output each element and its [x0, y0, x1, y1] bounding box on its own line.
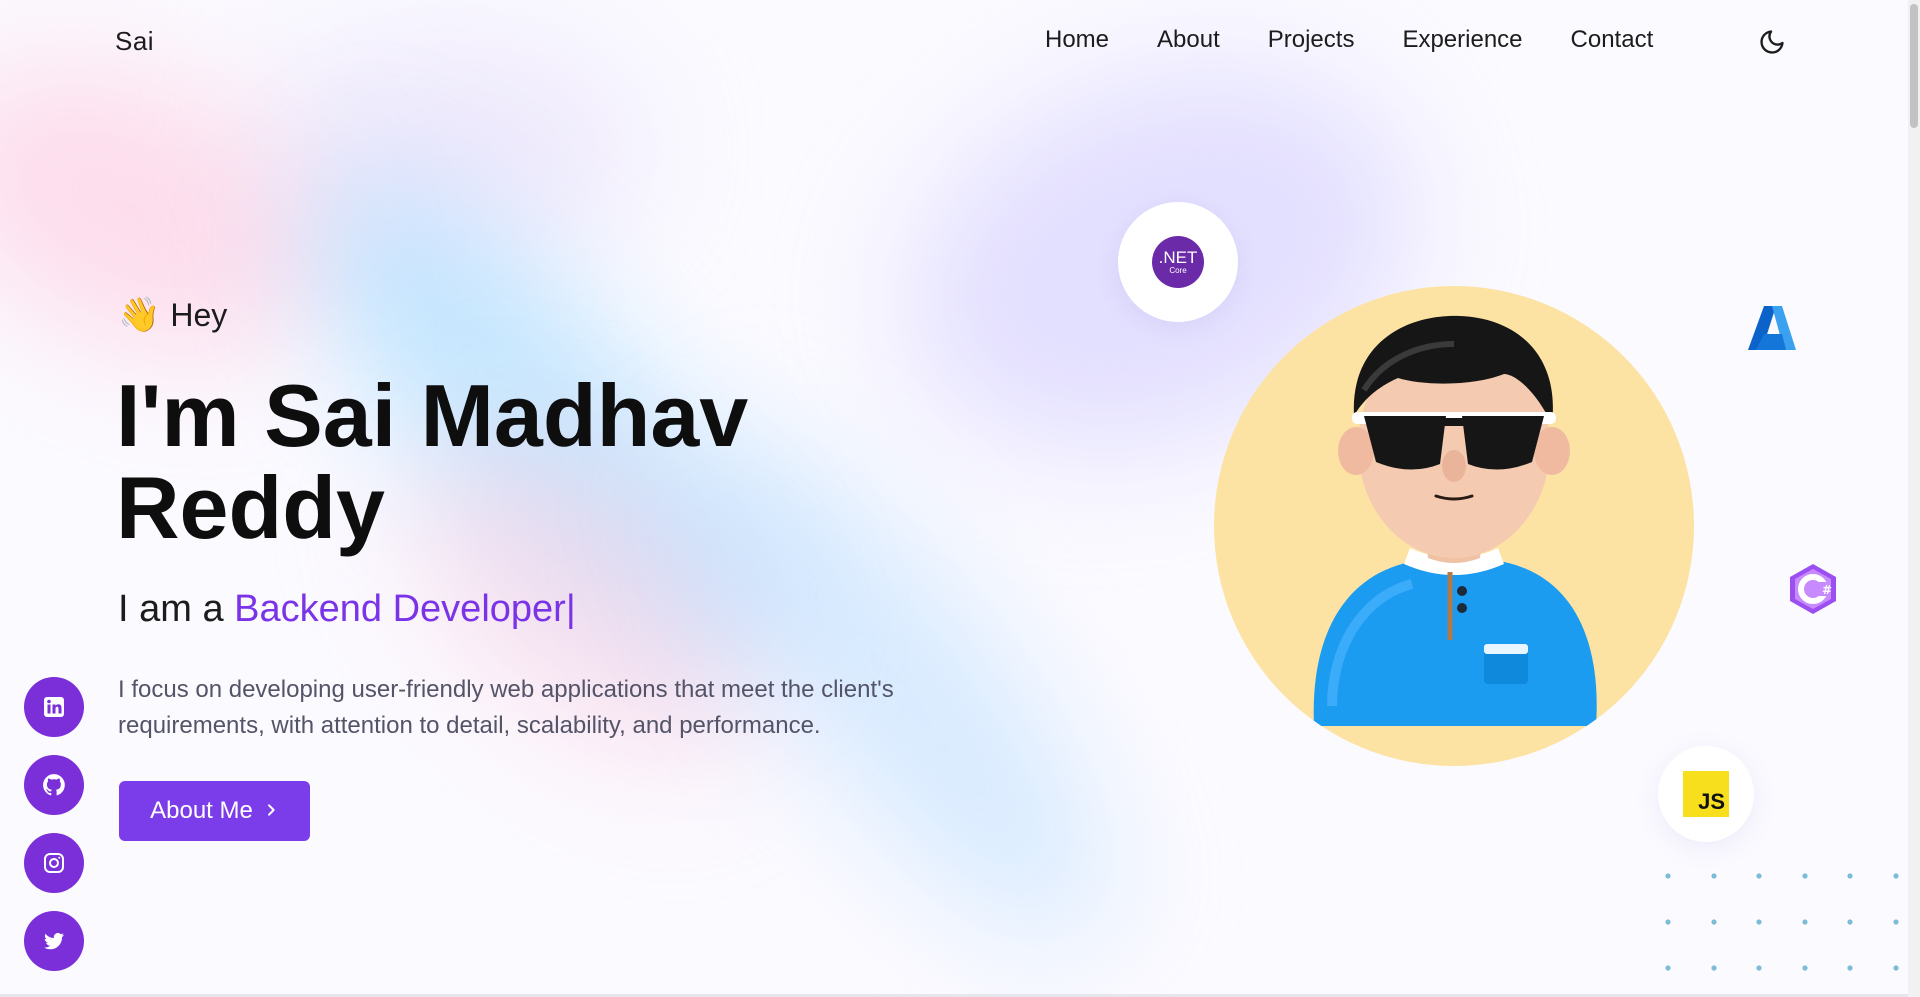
- about-me-button[interactable]: About Me: [119, 781, 310, 841]
- role-typewriter: I am a Backend Developer|: [118, 588, 576, 631]
- portfolio-page: Sai Home About Projects Experience Conta…: [0, 0, 1920, 997]
- about-me-label: About Me: [150, 797, 253, 824]
- role-prefix: I am a: [118, 588, 224, 630]
- azure-icon: [1746, 304, 1798, 352]
- decorative-dot-grid: [1665, 873, 1899, 971]
- avatar-illustration: [1313, 315, 1597, 726]
- nav-link-contact[interactable]: Contact: [1571, 26, 1654, 54]
- svg-text:#: #: [1822, 583, 1832, 597]
- greeting: 👋 Hey: [118, 296, 227, 334]
- waving-hand-icon: 👋: [118, 296, 161, 334]
- nav-link-home[interactable]: Home: [1045, 26, 1109, 54]
- dotnet-sublabel: Core: [1169, 266, 1187, 275]
- nav-link-about[interactable]: About: [1157, 26, 1220, 54]
- chevron-right-icon: [263, 797, 279, 825]
- nav-link-experience[interactable]: Experience: [1402, 26, 1522, 54]
- greeting-text: Hey: [170, 296, 228, 333]
- scrollbar-thumb[interactable]: [1910, 4, 1918, 128]
- dotnet-icon: .NET Core: [1152, 236, 1204, 288]
- instagram-icon[interactable]: [24, 833, 84, 893]
- twitter-icon[interactable]: [24, 911, 84, 971]
- nav-links: Home About Projects Experience Contact: [1045, 26, 1701, 54]
- linkedin-icon[interactable]: [24, 677, 84, 737]
- scrollbar-track[interactable]: [1908, 0, 1920, 997]
- javascript-icon: JS: [1683, 771, 1729, 817]
- dotnet-label: .NET: [1158, 248, 1198, 267]
- role-highlight: Backend Developer: [234, 588, 566, 630]
- typing-caret: |: [565, 588, 576, 630]
- dotnet-badge: .NET Core: [1118, 202, 1238, 322]
- nav-link-projects[interactable]: Projects: [1268, 26, 1355, 54]
- javascript-badge: JS: [1658, 746, 1754, 842]
- moon-icon[interactable]: [1758, 28, 1786, 56]
- navbar: Sai Home About Projects Experience Conta…: [0, 0, 1908, 84]
- avatar: [1214, 286, 1694, 766]
- hero-name-line1: I'm Sai Madhav: [116, 366, 749, 465]
- hero-name-line2: Reddy: [116, 458, 385, 557]
- social-links: [24, 677, 84, 989]
- site-logo[interactable]: Sai: [115, 26, 154, 57]
- hero-description: I focus on developing user-friendly web …: [118, 676, 894, 739]
- csharp-icon: #: [1787, 562, 1839, 616]
- github-icon[interactable]: [24, 755, 84, 815]
- hero-name: I'm Sai Madhav Reddy: [116, 370, 976, 554]
